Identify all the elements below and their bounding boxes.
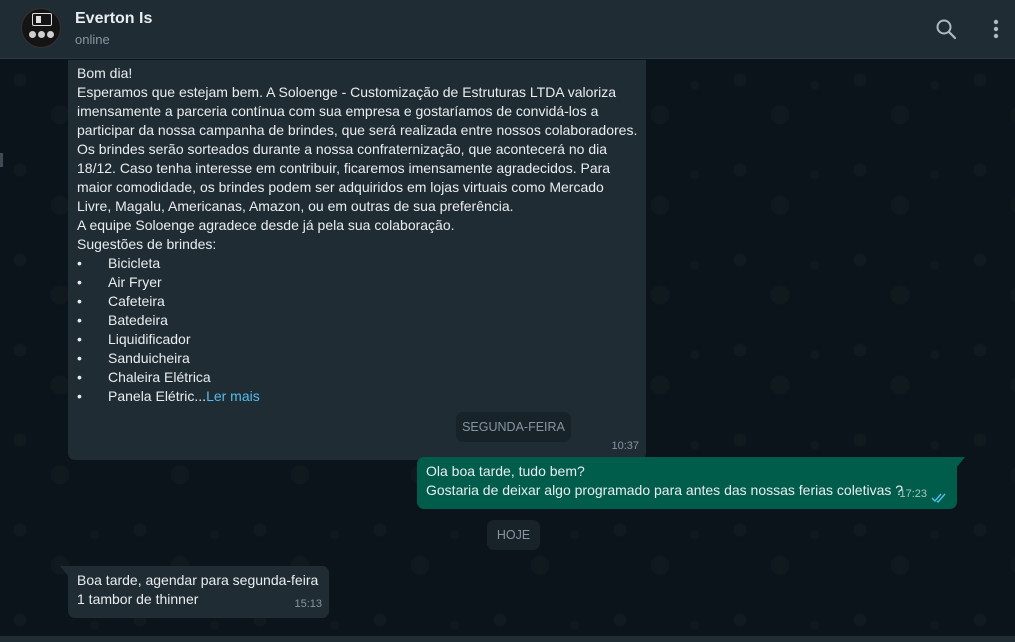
list-item: • Sanduicheira (77, 349, 637, 368)
bullet: • (77, 255, 82, 271)
message-line: Esperamos que estejam bem. A Soloenge - … (77, 84, 617, 100)
list-item: • Liquidificador (77, 330, 637, 349)
bullet: • (77, 350, 82, 366)
list-item: • Chaleira Elétrica (77, 368, 637, 387)
list-item-text: Bicicleta (108, 255, 161, 271)
panel-edge-handle[interactable] (0, 153, 3, 167)
message-line: imensamente a parceria contínua com sua … (77, 103, 599, 119)
date-separator: SEGUNDA-FEIRA (456, 412, 571, 442)
bullet: • (77, 331, 82, 347)
incoming-message[interactable]: Boa tarde, agendar para segunda-feira 1 … (60, 566, 329, 618)
double-check-read-icon (931, 493, 946, 503)
chat-panel[interactable]: Bom dia! Esperamos que estejam bem. A So… (0, 60, 1015, 636)
contact-status: online (75, 32, 110, 47)
bullet: • (77, 388, 82, 404)
message-time: 15:13 (294, 598, 322, 610)
message-time: 17:23 (899, 488, 927, 500)
list-item-text: Cafeteira (108, 293, 165, 309)
list-item: • Bicicleta (77, 254, 637, 273)
list-item: • Panela Elétric... Ler mais (77, 387, 637, 406)
list-item: • Cafeteira (77, 292, 637, 311)
date-separator: HOJE (487, 520, 540, 550)
read-more-link[interactable]: Ler mais (206, 387, 260, 406)
bullet: • (77, 369, 82, 385)
message-line: A equipe Soloenge agradece desde já pela… (77, 217, 455, 233)
message-line: maior comodidade, os brindes podem ser a… (77, 179, 604, 195)
list-item-text: Panela Elétric... (108, 388, 207, 404)
message-line: participar da nossa campanha de brindes,… (77, 122, 638, 138)
chat-header: Everton Is online (0, 0, 1015, 59)
company-logo-icon (32, 13, 52, 26)
message-time: 10:37 (611, 440, 639, 452)
message-line: Livre, Magalu, Americanas, Amazon, ou em… (77, 198, 514, 214)
message-line: Os brindes serão sorteados durante a nos… (77, 141, 607, 157)
list-item: • Air Fryer (77, 273, 637, 292)
contact-avatar[interactable] (21, 8, 61, 48)
message-line: 1 tambor de thinner (77, 591, 199, 607)
list-item-text: Air Fryer (108, 274, 162, 290)
more-vertical-icon[interactable] (983, 16, 1009, 42)
contact-name[interactable]: Everton Is (75, 10, 152, 28)
bullet: • (77, 274, 82, 290)
list-item-text: Chaleira Elétrica (108, 369, 211, 385)
bullet: • (77, 293, 82, 309)
message-line: Bom dia! (77, 65, 133, 81)
message-line: 18/12. Caso tenha interesse em contribui… (77, 160, 611, 176)
search-icon[interactable] (933, 16, 959, 42)
list-item-text: Batedeira (108, 312, 168, 328)
outgoing-message[interactable]: Ola boa tarde, tudo bem? Gostaria de dei… (417, 457, 965, 509)
bullet: • (77, 312, 82, 328)
message-line: Ola boa tarde, tudo bem? (426, 463, 585, 479)
message-line: Gostaria de deixar algo programado para … (426, 482, 904, 498)
incoming-message[interactable]: Bom dia! Esperamos que estejam bem. A So… (68, 60, 646, 460)
logo-dots (29, 31, 54, 38)
list-item-text: Sanduicheira (108, 350, 190, 366)
message-line: Boa tarde, agendar para segunda-feira (77, 572, 319, 588)
list-item: • Batedeira (77, 311, 637, 330)
list-item-text: Liquidificador (108, 331, 191, 347)
message-line: Sugestões de brindes: (77, 236, 217, 252)
composer-bar[interactable] (0, 636, 1015, 642)
